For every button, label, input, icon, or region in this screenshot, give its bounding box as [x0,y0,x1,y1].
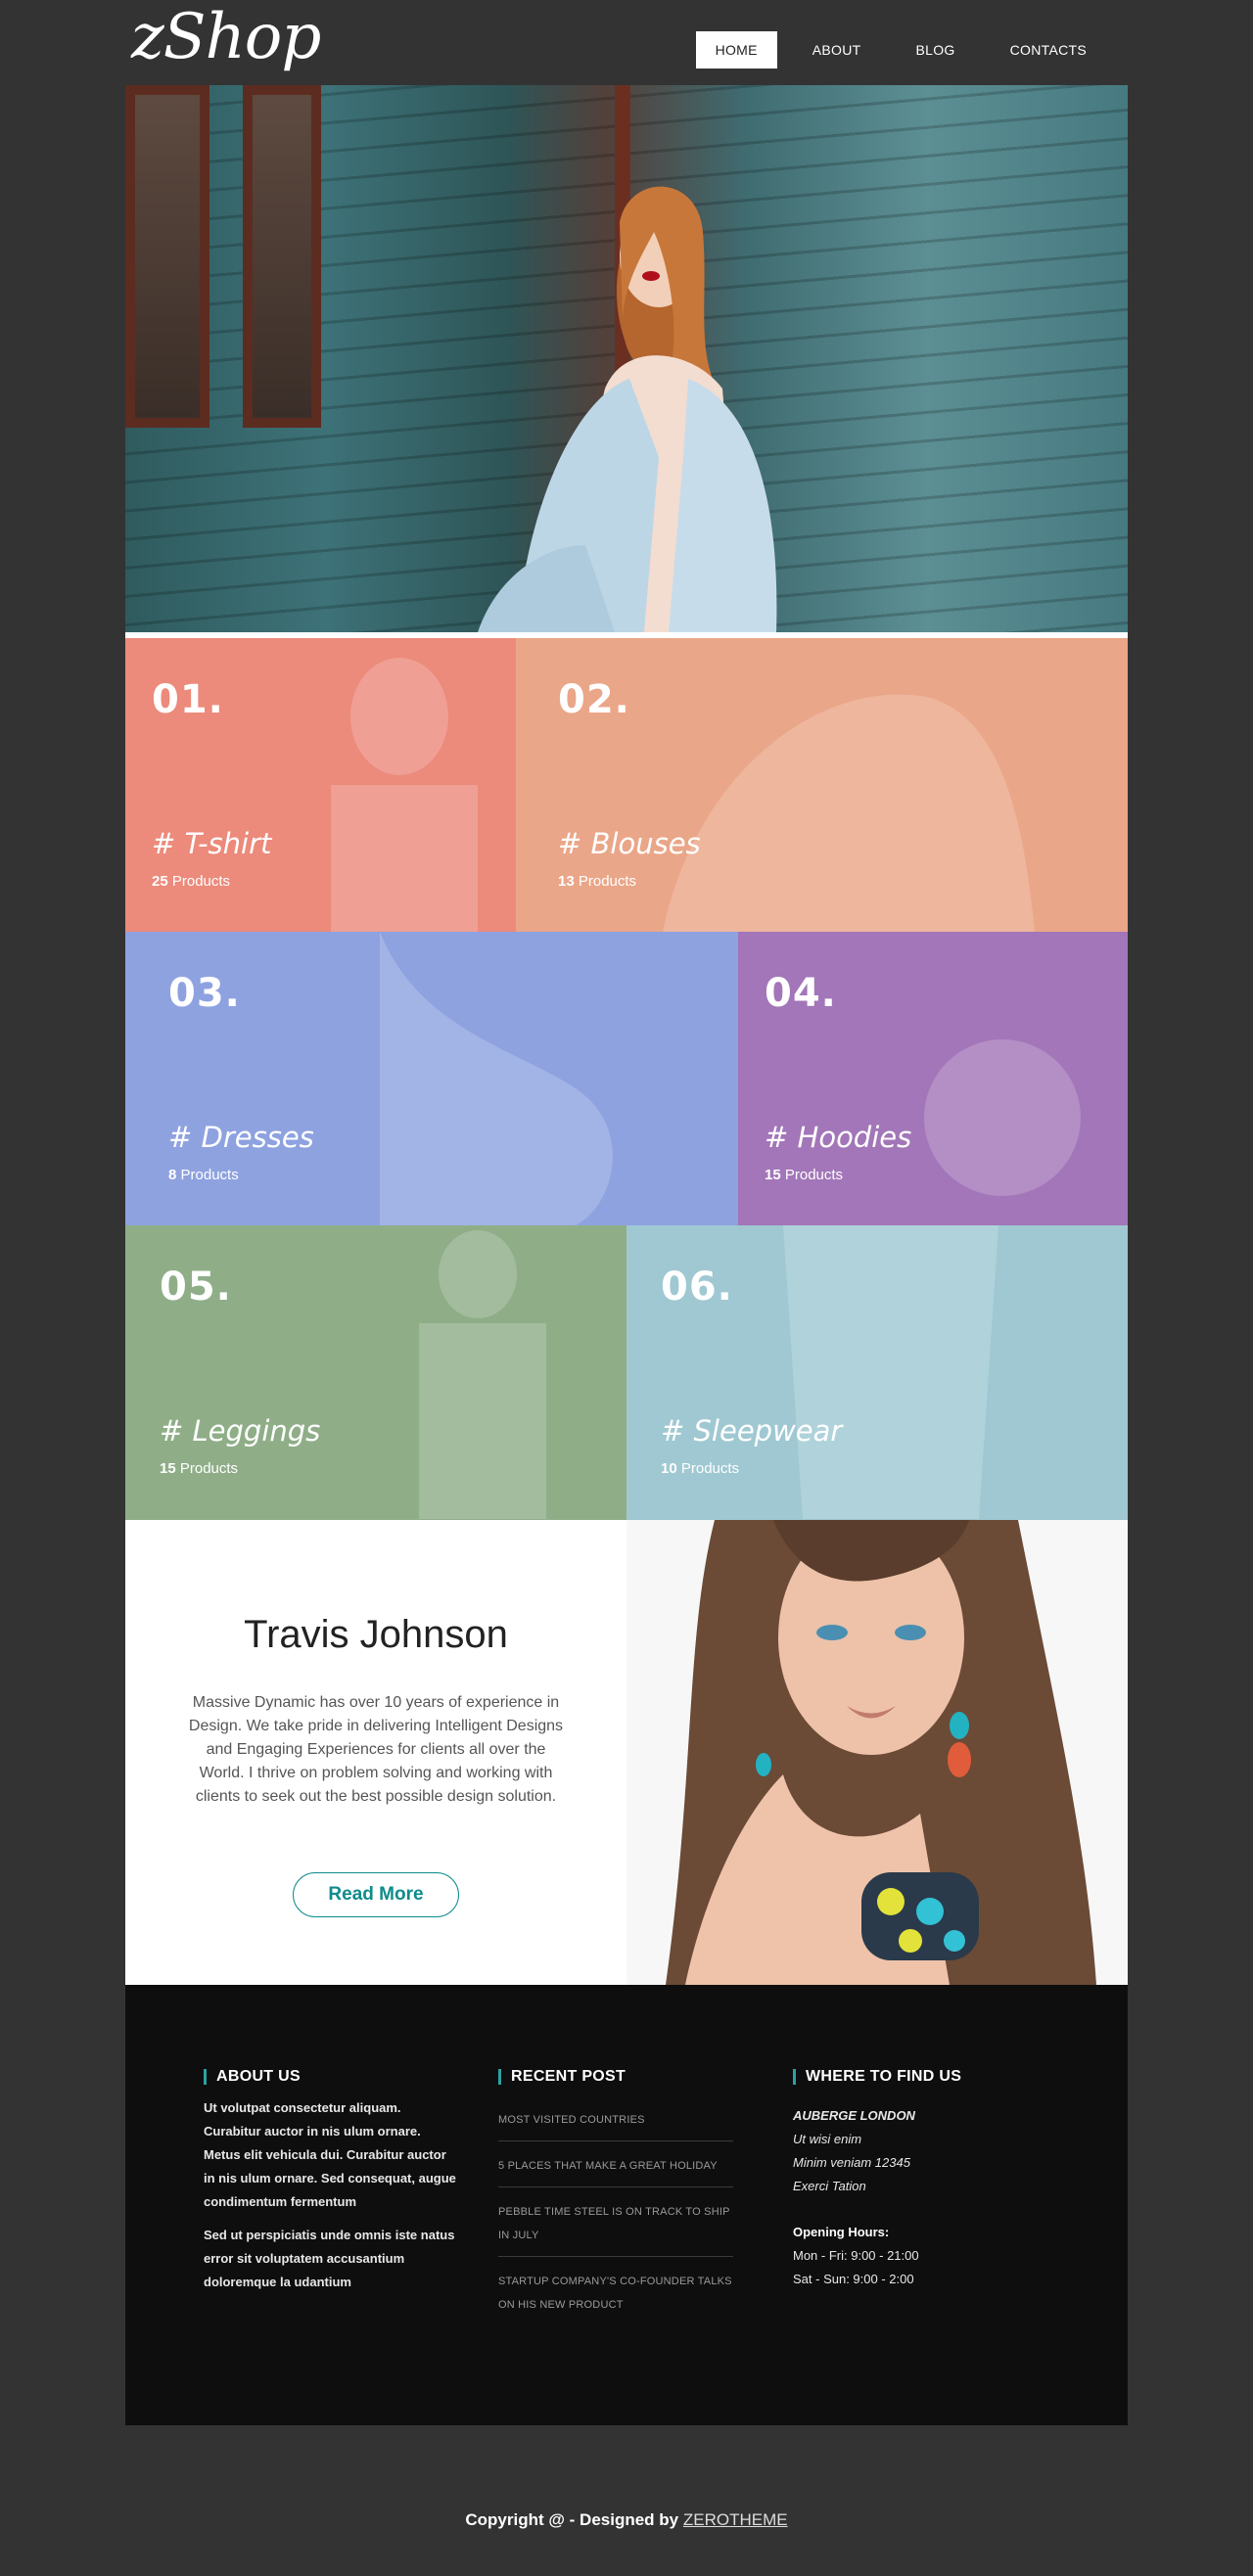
category-number: 05. [160,1265,232,1310]
category-number: 06. [661,1265,733,1310]
copyright: Copyright @ - Designed by ZEROTHEME [0,2510,1253,2530]
category-count: 10 Products [661,1460,739,1477]
hero-window-left [125,85,209,428]
recent-post-link[interactable]: PEBBLE TIME STEEL IS ON TRACK TO SHIP IN… [498,2200,733,2257]
category-count: 8 Products [168,1167,239,1183]
person-name: Travis Johnson [244,1613,508,1656]
footer-about-column: ABOUT US Ut volutpat consectetur aliquam… [204,2069,458,2294]
footer-about-heading: ABOUT US [204,2069,458,2085]
category-tile-dresses[interactable]: 03. # Dresses 8 Products [125,932,738,1225]
category-title[interactable]: # Blouses [558,827,701,860]
category-tile-sleepwear[interactable]: 06. # Sleepwear 10 Products [626,1225,1128,1520]
tile-photo-overlay [331,658,478,932]
nav-about[interactable]: ABOUT [793,31,881,69]
count-label: Products [180,1167,239,1183]
tile-photo-overlay [419,1230,546,1519]
footer-about-text: Ut volutpat consectetur aliquam. Curabit… [204,2100,456,2209]
category-count: 15 Products [160,1460,238,1477]
count-label: Products [179,1460,239,1477]
category-title[interactable]: # Hoodies [765,1121,911,1154]
count-value: 15 [765,1167,781,1183]
count-value: 8 [168,1167,177,1183]
category-tile-tshirt[interactable]: 01. # T-shirt 25 Products [125,638,516,932]
category-number: 04. [765,971,837,1016]
address-line: AUBERGE LONDON [793,2108,915,2123]
tile-photo-overlay [924,1039,1081,1196]
opening-hours-line: Mon - Fri: 9:00 - 21:00 [793,2248,919,2263]
category-number: 01. [152,677,224,722]
category-title[interactable]: # T-shirt [152,827,271,860]
category-tile-leggings[interactable]: 05. # Leggings 15 Products [125,1225,626,1520]
address-line: Exerci Tation [793,2179,866,2193]
category-number: 03. [168,971,241,1016]
recent-post-list: MOST VISITED COUNTRIES 5 PLACES THAT MAK… [498,2108,733,2325]
category-tile-blouses[interactable]: 02. # Blouses 13 Products [516,638,1128,932]
footer-recent-heading: RECENT POST [498,2069,733,2085]
count-label: Products [784,1167,844,1183]
recent-post-link[interactable]: STARTUP COMPANY'S CO-FOUNDER TALKS ON HI… [498,2270,733,2325]
hero-image [125,85,1128,632]
category-title[interactable]: # Leggings [160,1414,320,1448]
opening-hours-title: Opening Hours: [793,2225,890,2239]
tile-photo-overlay [663,694,1035,932]
count-value: 15 [160,1460,176,1477]
category-tile-hoodies[interactable]: 04. # Hoodies 15 Products [738,932,1128,1225]
about-section: Travis Johnson Massive Dynamic has over … [125,1520,1128,1985]
site-header: zShop HOME ABOUT BLOG CONTACTS [125,0,1128,85]
tile-photo-overlay [380,932,613,1225]
tile-photo-overlay [783,1225,998,1519]
category-title[interactable]: # Dresses [168,1121,314,1154]
category-title[interactable]: # Sleepwear [661,1414,842,1448]
hero-window [243,85,321,428]
count-value: 25 [152,873,168,890]
count-value: 10 [661,1460,677,1477]
main-nav: HOME ABOUT BLOG CONTACTS [695,31,1106,69]
read-more-button[interactable]: Read More [293,1872,459,1917]
footer-about-text-2: Sed ut perspiciatis unde omnis iste natu… [204,2228,455,2289]
copyright-text: Copyright @ - Designed by [465,2510,679,2529]
count-label: Products [680,1460,740,1477]
nav-contacts[interactable]: CONTACTS [991,31,1106,69]
count-value: 13 [558,873,575,890]
site-footer: ABOUT US Ut volutpat consectetur aliquam… [125,1985,1128,2425]
address-line: Ut wisi enim [793,2132,862,2146]
recent-post-link[interactable]: MOST VISITED COUNTRIES [498,2108,733,2141]
model-portrait [626,1520,1128,1985]
category-count: 25 Products [152,873,230,890]
footer-address: AUBERGE LONDON Ut wisi enim Minim veniam… [793,2104,961,2291]
category-number: 02. [558,677,630,722]
opening-hours-line: Sat - Sun: 9:00 - 2:00 [793,2272,914,2286]
zerotheme-link[interactable]: ZEROTHEME [683,2510,788,2529]
nav-blog[interactable]: BLOG [897,31,975,69]
page: { "brand": { "logo": "zShop" }, "nav": [… [0,0,1253,2576]
site-logo[interactable]: zShop [131,0,321,76]
nav-home[interactable]: HOME [695,31,777,69]
count-label: Products [578,873,637,890]
about-description: Massive Dynamic has over 10 years of exp… [188,1694,564,1805]
footer-recent-column: RECENT POST MOST VISITED COUNTRIES 5 PLA… [498,2069,733,2338]
category-count: 15 Products [765,1167,843,1183]
count-label: Products [171,873,231,890]
footer-find-column: WHERE TO FIND US AUBERGE LONDON Ut wisi … [793,2069,961,2291]
recent-post-link[interactable]: 5 PLACES THAT MAKE A GREAT HOLIDAY [498,2154,733,2187]
hero-model-figure [478,186,777,632]
footer-find-heading: WHERE TO FIND US [793,2069,961,2085]
address-line: Minim veniam 12345 [793,2155,910,2170]
category-count: 13 Products [558,873,636,890]
